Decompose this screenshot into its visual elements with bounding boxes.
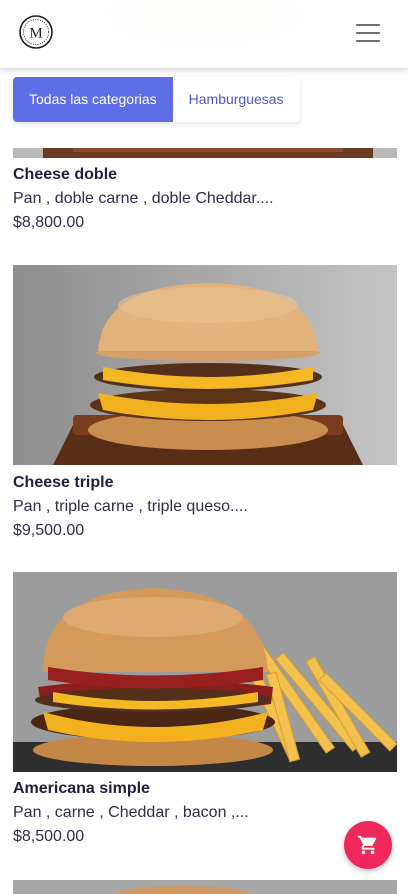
product-image (13, 880, 397, 894)
product-price: $8,800.00 (13, 214, 85, 231)
shopping-cart-button[interactable] (344, 821, 392, 869)
product-image (13, 572, 397, 772)
tab-hamburguesas[interactable]: Hamburguesas (172, 77, 300, 122)
product-description: Pan , doble carne , doble Cheddar.... (13, 190, 274, 207)
tab-all-categories[interactable]: Todas las categorias (13, 77, 173, 122)
svg-text:M: M (29, 26, 42, 42)
product-name: Americana simple (13, 780, 150, 797)
hamburger-menu-icon[interactable] (352, 18, 384, 48)
brand-logo[interactable]: M (16, 14, 56, 50)
product-description: Pan , carne , Cheddar , bacon ,... (13, 804, 249, 821)
product-name: Cheese doble (13, 166, 118, 183)
product-description: Pan , triple carne , triple queso.... (13, 498, 248, 515)
top-header: M (0, 0, 408, 68)
product-name: Cheese triple (13, 474, 114, 491)
product-image (13, 265, 397, 465)
product-image (13, 148, 397, 158)
shopping-cart-icon (357, 835, 377, 855)
category-tabs: Todas las categorias Hamburguesas (13, 77, 300, 122)
product-price: $8,500.00 (13, 828, 85, 845)
product-price: $9,500.00 (13, 522, 85, 539)
